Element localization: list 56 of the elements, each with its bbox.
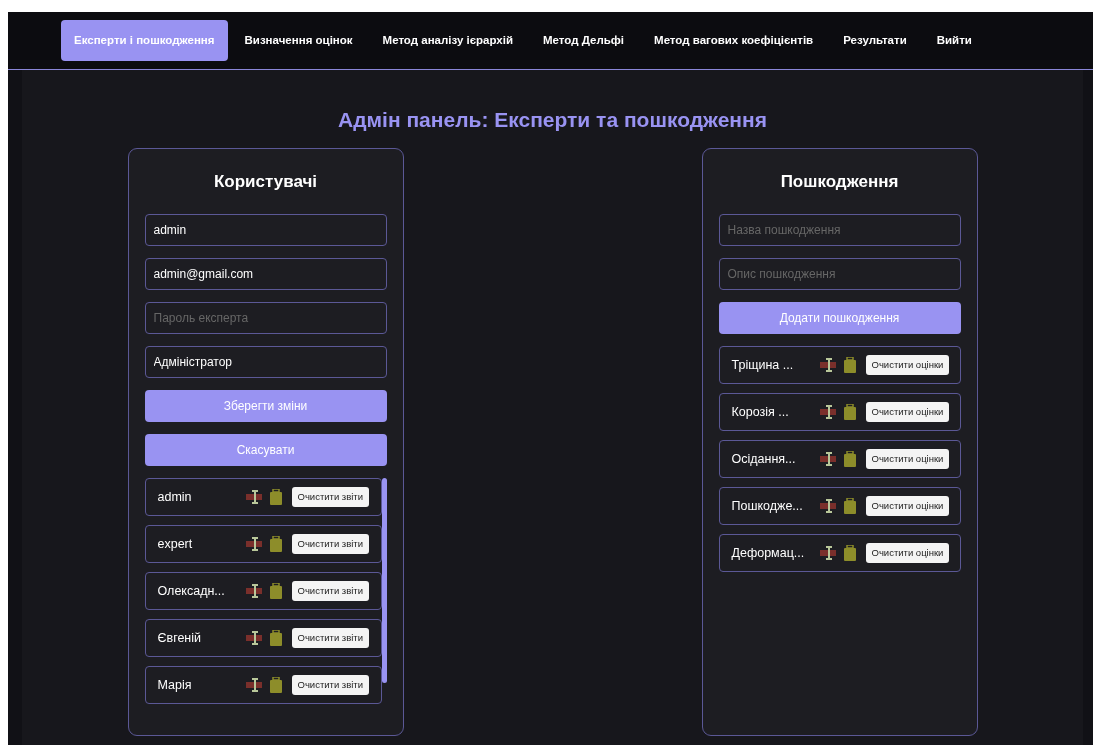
panel-title: Користувачі xyxy=(212,170,319,193)
clear-button[interactable]: Очистити звіти xyxy=(291,674,370,696)
nav-link[interactable]: Вийти xyxy=(923,19,985,62)
clear-button[interactable]: Очистити оцінки xyxy=(865,401,950,423)
trash-icon[interactable] xyxy=(269,630,282,646)
pencil-icon[interactable] xyxy=(245,489,264,505)
nav-link[interactable]: Результати xyxy=(830,19,920,62)
input-field[interactable]: Опис пошкодження xyxy=(718,258,961,290)
clear-button[interactable]: Очистити оцінки xyxy=(865,495,950,517)
clear-button[interactable]: Очистити звіти xyxy=(291,486,370,508)
pencil-icon[interactable] xyxy=(245,630,264,646)
trash-icon[interactable] xyxy=(843,451,856,467)
nav-link[interactable]: Метод вагових коефіцієнтів xyxy=(641,19,827,62)
panel-title: Пошкодження xyxy=(779,170,900,193)
trash-icon[interactable] xyxy=(269,583,282,599)
scrollbar[interactable] xyxy=(381,478,387,683)
item-name: Пошкодже... xyxy=(731,497,804,515)
item-name: Тріщина ... xyxy=(731,356,795,374)
pencil-icon[interactable] xyxy=(245,583,264,599)
pencil-icon[interactable] xyxy=(245,536,264,552)
nav-link[interactable]: Метод Дельфі xyxy=(530,19,638,62)
item-name: Олексадн... xyxy=(157,582,226,600)
clear-button[interactable]: Очистити оцінки xyxy=(865,448,950,470)
input-field[interactable]: Пароль експерта xyxy=(144,302,387,334)
pencil-icon[interactable] xyxy=(245,677,264,693)
trash-icon[interactable] xyxy=(843,545,856,561)
page-title: Адмін панель: Експерти та пошкодження xyxy=(338,107,767,133)
input-field[interactable]: Адміністратор xyxy=(144,346,387,378)
clear-button[interactable]: Очистити звіти xyxy=(291,627,370,649)
pencil-icon[interactable] xyxy=(819,498,838,514)
trash-icon[interactable] xyxy=(843,404,856,420)
trash-icon[interactable] xyxy=(843,357,856,373)
input-field[interactable]: admin xyxy=(144,214,387,246)
clear-button[interactable]: Очистити оцінки xyxy=(865,542,950,564)
item-name: Осідання... xyxy=(731,450,797,468)
pencil-icon[interactable] xyxy=(819,357,838,373)
input-field[interactable]: Назва пошкодження xyxy=(718,214,961,246)
clear-button[interactable]: Очистити звіти xyxy=(291,533,370,555)
trash-icon[interactable] xyxy=(269,536,282,552)
pencil-icon[interactable] xyxy=(819,545,838,561)
item-name: Марія xyxy=(157,676,193,694)
pencil-icon[interactable] xyxy=(819,451,838,467)
item-name: expert xyxy=(157,535,194,553)
trash-icon[interactable] xyxy=(269,677,282,693)
nav-link[interactable]: Метод аналізу ієрархій xyxy=(369,19,526,62)
clear-button[interactable]: Очистити звіти xyxy=(291,580,370,602)
item-name: Євгеній xyxy=(157,629,203,647)
input-field[interactable]: admin@gmail.com xyxy=(144,258,387,290)
nav-link[interactable]: Визначення оцінок xyxy=(231,19,366,62)
trash-icon[interactable] xyxy=(843,498,856,514)
pencil-icon[interactable] xyxy=(819,404,838,420)
clear-button[interactable]: Очистити оцінки xyxy=(865,354,950,376)
item-name: Корозія ... xyxy=(731,403,790,421)
item-name: Деформац... xyxy=(731,544,806,562)
trash-icon[interactable] xyxy=(269,489,282,505)
item-name: admin xyxy=(157,488,193,506)
